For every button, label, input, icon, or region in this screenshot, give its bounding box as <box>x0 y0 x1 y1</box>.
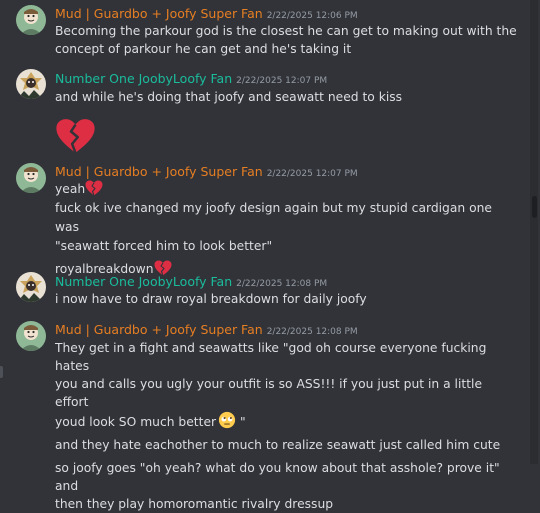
message-line: you and calls you ugly your outfit is so… <box>55 377 483 409</box>
message-line: youd look SO much better " <box>55 411 517 431</box>
message-line: and they hate eachother to much to reali… <box>55 438 501 452</box>
new-messages-indicator <box>0 366 3 378</box>
timestamp[interactable]: 2/22/2025 12:07 PM <box>236 76 327 86</box>
message-text: yeah <box>55 182 86 196</box>
avatar[interactable] <box>16 69 46 99</box>
avatar[interactable] <box>16 272 46 302</box>
avatar[interactable] <box>16 321 46 351</box>
avatar[interactable] <box>16 5 46 35</box>
scrollbar-track[interactable] <box>530 0 538 464</box>
message-header: Number One JoobyLoofy Fan 2/22/2025 12:07… <box>55 70 327 89</box>
broken-heart-emoji[interactable] <box>55 118 517 159</box>
message-group: Mud | Guardbo + Joofy Super Fan 2/22/2025… <box>0 0 528 62</box>
avatar[interactable] <box>16 163 46 193</box>
author-name[interactable]: Mud | Guardbo + Joofy Super Fan <box>55 322 263 337</box>
message-group: Number One JoobyLoofy Fan 2/22/2025 12:07… <box>0 62 528 152</box>
timestamp[interactable]: 2/22/2025 12:08 PM <box>267 327 358 337</box>
message-text: " <box>236 415 246 429</box>
message-group: Number One JoobyLoofy Fan 2/22/2025 12:08… <box>0 268 528 318</box>
author-name[interactable]: Number One JoobyLoofy Fan <box>55 274 232 289</box>
message-line: "seawatt forced him to look better" <box>55 239 273 253</box>
author-name[interactable]: Mud | Guardbo + Joofy Super Fan <box>55 164 263 179</box>
message-line: fuck ok ive changed my joofy design agai… <box>55 201 492 234</box>
message-header: Mud | Guardbo + Joofy Super Fan 2/22/2025… <box>55 321 358 340</box>
rolling-eyes-icon[interactable] <box>218 411 236 429</box>
message-text: youd look SO much better <box>55 415 217 429</box>
message-line: i now have to draw royal breakdown for d… <box>55 292 367 306</box>
message-content: i now have to draw royal breakdown for d… <box>55 290 517 308</box>
message-content: Becoming the parkour god is the closest … <box>55 22 517 58</box>
author-name[interactable]: Mud | Guardbo + Joofy Super Fan <box>55 6 263 21</box>
message-content: They get in a fight and seawatts like "g… <box>55 339 517 513</box>
message-line: They get in a fight and seawatts like "g… <box>55 341 487 373</box>
timestamp[interactable]: 2/22/2025 12:08 PM <box>236 279 327 289</box>
broken-heart-icon <box>55 118 96 154</box>
message-line: yeah <box>55 180 517 199</box>
message-line: concept of parkour he can get and he's t… <box>55 42 352 56</box>
message-line: so joofy goes "oh yeah? what do you know… <box>55 461 500 493</box>
scrollbar-thumb[interactable] <box>532 196 537 218</box>
message-content: yeah fuck ok ive changed my joofy design… <box>55 180 517 279</box>
message-line: then they play homoromantic rivalry dres… <box>55 497 334 511</box>
message-group: Mud | Guardbo + Joofy Super Fan 2/22/2025… <box>0 318 528 511</box>
message-line: and while he's doing that joofy and seaw… <box>55 90 403 104</box>
timestamp[interactable]: 2/22/2025 12:06 PM <box>267 11 358 21</box>
broken-heart-icon[interactable] <box>85 180 103 196</box>
message-content: and while he's doing that joofy and seaw… <box>55 88 517 159</box>
message-group: Mud | Guardbo + Joofy Super Fan 2/22/2025… <box>0 160 528 276</box>
timestamp[interactable]: 2/22/2025 12:07 PM <box>267 169 358 179</box>
message-line: Becoming the parkour god is the closest … <box>55 24 517 38</box>
chat-messages: Mud | Guardbo + Joofy Super Fan 2/22/2025… <box>0 0 528 511</box>
author-name[interactable]: Number One JoobyLoofy Fan <box>55 71 232 86</box>
